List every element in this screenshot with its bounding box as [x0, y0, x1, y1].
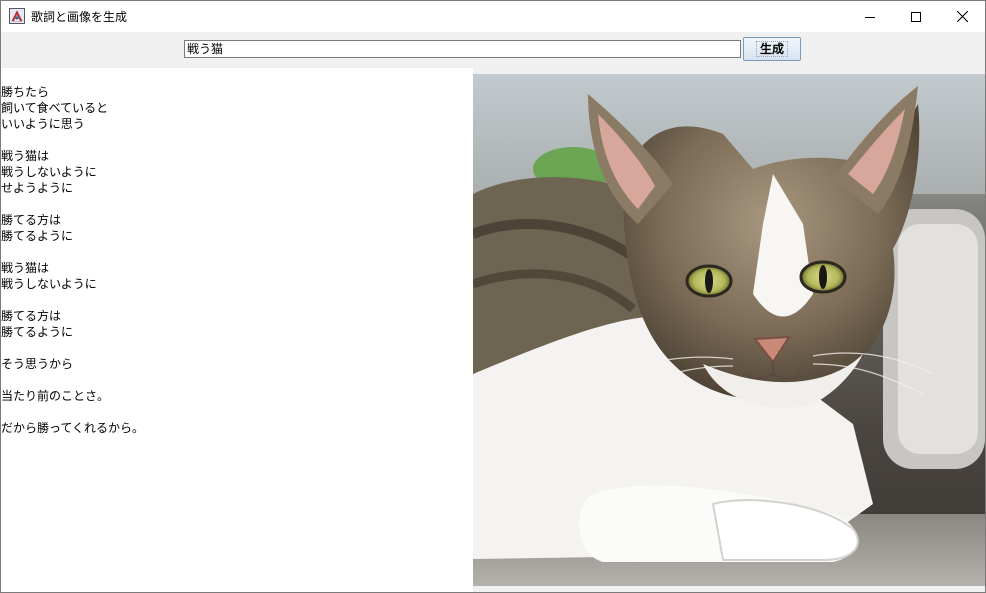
- lyric-line: [1, 404, 473, 420]
- toolbar: 生成: [1, 32, 985, 68]
- prompt-input[interactable]: [184, 40, 741, 58]
- maximize-icon: [911, 11, 921, 22]
- lyric-line: そう思うから: [1, 357, 74, 371]
- lyric-line: せようように: [1, 181, 74, 195]
- close-icon: [956, 11, 968, 22]
- lyric-line: [1, 132, 473, 148]
- lyric-line: 飼いて食べていると: [1, 101, 109, 115]
- lyric-line: 勝てる方は: [1, 309, 62, 323]
- title-bar[interactable]: 歌詞と画像を生成: [1, 1, 985, 32]
- cat-photo-illustration: [473, 74, 985, 586]
- generate-button-label: 生成: [755, 41, 788, 57]
- generate-button[interactable]: 生成: [743, 37, 801, 61]
- lyric-line: 勝てる方は: [1, 213, 62, 227]
- lyric-line: 戦うしないように: [1, 277, 97, 291]
- lyric-line: [1, 196, 473, 212]
- lyric-line: 戦うしないように: [1, 165, 97, 179]
- lyric-line: [1, 340, 473, 356]
- lyric-line: 勝ちたら: [1, 85, 50, 99]
- close-button[interactable]: [939, 1, 985, 32]
- lyric-line: 戦う猫は: [1, 261, 50, 275]
- window-title: 歌詞と画像を生成: [31, 10, 128, 24]
- lyric-line: 勝てるように: [1, 229, 74, 243]
- lyric-line: [1, 292, 473, 308]
- lyric-line: 当たり前のことさ。: [1, 389, 110, 403]
- app-window: 歌詞と画像を生成 生成 勝ちたら 飼いて食べていると いいように思う 戦う猫は …: [0, 0, 986, 593]
- lyric-line: [1, 372, 473, 388]
- minimize-icon: [865, 16, 875, 18]
- lyric-line: いいように思う: [1, 117, 85, 131]
- generated-image: [473, 74, 985, 586]
- lyric-line: だから勝ってくれるから。: [1, 421, 145, 435]
- java-app-icon: [9, 8, 25, 24]
- lyric-line: 戦う猫は: [1, 149, 50, 163]
- minimize-button[interactable]: [847, 1, 893, 32]
- lyric-line: [1, 244, 473, 260]
- lyric-line: 勝てるように: [1, 325, 74, 339]
- lyrics-text-area[interactable]: 勝ちたら 飼いて食べていると いいように思う 戦う猫は 戦うしないように せよう…: [1, 68, 473, 592]
- maximize-button[interactable]: [893, 1, 939, 32]
